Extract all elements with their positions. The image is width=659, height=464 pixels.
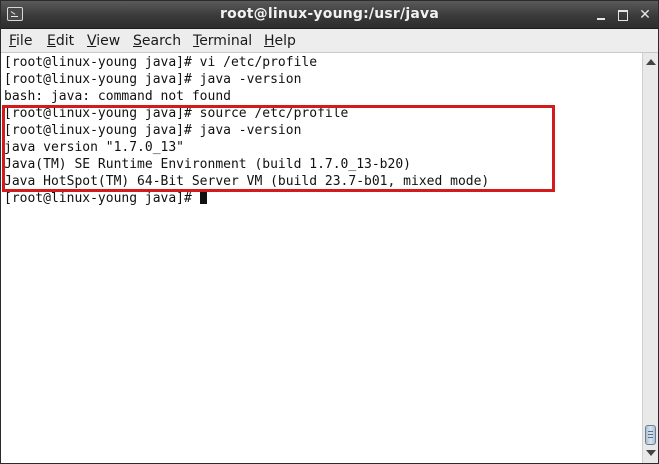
- menu-help[interactable]: Help: [264, 32, 296, 50]
- menu-terminal[interactable]: Terminal: [193, 32, 252, 50]
- terminal-line: [root@linux-young java]# vi /etc/profile: [4, 55, 318, 70]
- menu-file[interactable]: File: [9, 32, 32, 50]
- menu-edit[interactable]: Edit: [47, 32, 74, 50]
- vertical-scrollbar[interactable]: [642, 53, 658, 463]
- terminal-prompt-line: [root@linux-young java]#: [4, 190, 207, 207]
- minimize-icon[interactable]: [593, 7, 609, 23]
- scrollbar-thumb[interactable]: [645, 425, 656, 445]
- maximize-icon[interactable]: [615, 7, 631, 23]
- terminal-line: bash: java: command not found: [4, 89, 231, 104]
- text-cursor: [199, 190, 207, 204]
- menu-bar: File Edit View Search Terminal Help: [1, 29, 658, 53]
- window-title: root@linux-young:/usr/java: [220, 6, 439, 22]
- close-icon[interactable]: ✕: [637, 7, 653, 23]
- menu-search[interactable]: Search: [133, 32, 181, 50]
- terminal-output[interactable]: [root@linux-young java]# vi /etc/profile…: [1, 53, 642, 463]
- terminal-line: [root@linux-young java]# java -version: [4, 72, 302, 87]
- highlight-annotation-box: [2, 105, 555, 192]
- terminal-window: root@linux-young:/usr/java ✕ File Edit V…: [0, 0, 659, 464]
- menu-view[interactable]: View: [87, 32, 120, 50]
- title-bar[interactable]: root@linux-young:/usr/java ✕: [1, 1, 658, 29]
- arrow-down-icon[interactable]: [646, 450, 656, 456]
- terminal-prompt: [root@linux-young java]#: [4, 191, 200, 206]
- arrow-up-icon[interactable]: [646, 59, 656, 65]
